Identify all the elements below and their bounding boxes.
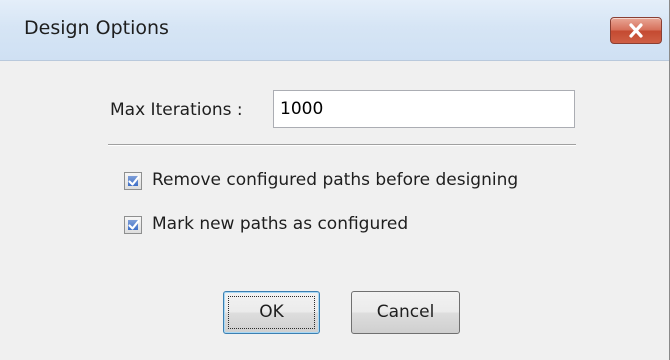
ok-button-label: OK xyxy=(259,302,284,322)
mark-new-paths-label[interactable]: Mark new paths as configured xyxy=(152,214,408,234)
cancel-button[interactable]: Cancel xyxy=(351,291,460,334)
title-bar[interactable]: Design Options xyxy=(0,0,669,61)
dialog-title: Design Options xyxy=(24,17,169,39)
separator xyxy=(108,144,576,146)
mark-new-paths-checkbox[interactable] xyxy=(124,216,142,234)
max-iterations-label: Max Iterations : xyxy=(110,100,243,120)
design-options-dialog: Design Options Max Iterations : Remove c… xyxy=(0,0,670,360)
checkmark-icon xyxy=(128,219,140,230)
close-button[interactable] xyxy=(610,17,662,44)
close-icon xyxy=(629,23,643,38)
max-iterations-input[interactable] xyxy=(273,90,575,128)
ok-button[interactable]: OK xyxy=(223,291,320,334)
remove-configured-paths-checkbox[interactable] xyxy=(124,172,142,190)
remove-configured-paths-label[interactable]: Remove configured paths before designing xyxy=(152,170,518,190)
checkmark-icon xyxy=(128,175,140,186)
